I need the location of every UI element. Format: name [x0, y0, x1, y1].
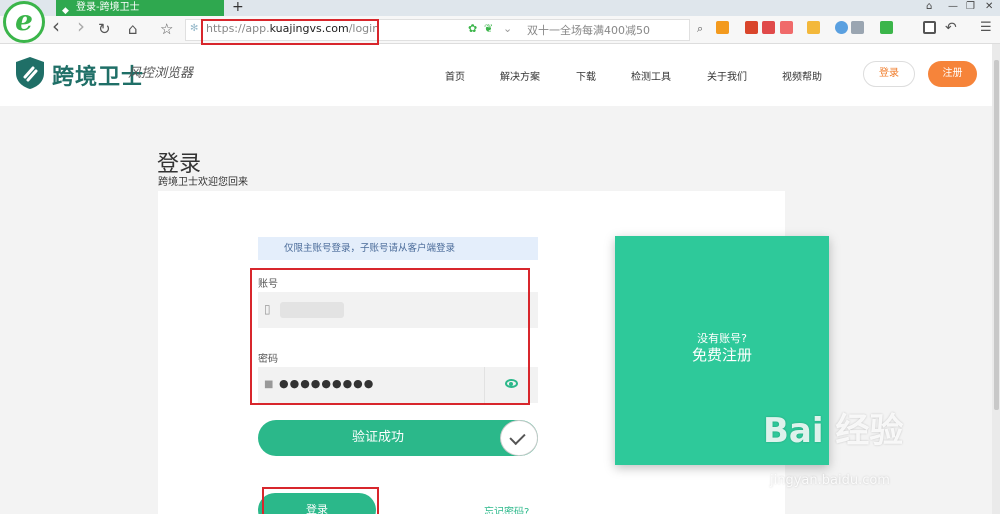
skin-icon[interactable]: ⌂ [926, 1, 932, 12]
dropdown-chevron-icon[interactable]: ⌄ [503, 22, 512, 35]
apps-icon[interactable] [716, 21, 729, 34]
tab-title: 登录-跨境卫士 [76, 2, 140, 13]
nav-solutions[interactable]: 解决方案 [500, 68, 540, 83]
site-header: 跨境卫士 风控浏览器 首页 解决方案 下载 检测工具 关于我们 视频帮助 登录 … [0, 44, 1000, 106]
page-subtitle: 跨境卫士欢迎您回来 [158, 177, 248, 188]
home-button[interactable]: ⌂ [128, 21, 138, 37]
camera-icon[interactable] [762, 21, 775, 34]
nav-video-help[interactable]: 视频帮助 [782, 68, 822, 83]
leaf-icon[interactable]: ❦ [484, 22, 493, 35]
favorite-button[interactable]: ☆ [160, 21, 173, 37]
maximize-button[interactable]: ❐ [966, 1, 975, 12]
header-login-button[interactable]: 登录 [863, 61, 915, 87]
nav-tools[interactable]: 检测工具 [631, 68, 671, 83]
promo-text[interactable]: 双十一全场每满400减50 [527, 22, 650, 38]
notice-banner: 仅限主账号登录，子账号请从客户端登录 [258, 237, 538, 260]
nav-download[interactable]: 下载 [576, 68, 596, 83]
baidu-watermark-url: jingyan.baidu.com [770, 473, 890, 488]
forward-button[interactable]: › [77, 16, 85, 36]
speed-mode-icon[interactable]: ✿ [468, 22, 477, 35]
browser-logo[interactable]: e [3, 1, 45, 43]
browser-logo-letter: e [15, 3, 33, 37]
back-button[interactable]: ‹ [52, 16, 60, 36]
checkmark-icon [500, 420, 538, 456]
menu-icon[interactable]: ☰ [980, 20, 992, 35]
minimize-button[interactable]: — [948, 1, 958, 12]
login-highlight [262, 487, 379, 514]
form-highlight [250, 268, 530, 405]
captcha-status: 验证成功 [351, 430, 404, 445]
scrollbar-thumb[interactable] [994, 60, 999, 410]
header-register-button[interactable]: 注册 [928, 61, 977, 87]
shield-logo-icon [16, 57, 44, 89]
undo-icon[interactable]: ↶ [945, 20, 957, 36]
zoom-icon[interactable] [835, 21, 848, 34]
search-icon[interactable]: ⌕ [697, 22, 703, 36]
new-tab-button[interactable]: + [232, 0, 244, 14]
reload-button[interactable]: ↻ [98, 21, 111, 37]
forgot-password-link[interactable]: 忘记密码? [484, 503, 529, 514]
reader-icon[interactable] [745, 21, 758, 34]
url-highlight [201, 19, 379, 45]
nav-home[interactable]: 首页 [445, 68, 465, 83]
logo-slogan: 风控浏览器 [128, 66, 194, 81]
nav-about[interactable]: 关于我们 [707, 68, 747, 83]
note-icon[interactable] [807, 21, 820, 34]
tablet-icon[interactable] [923, 21, 936, 34]
translate-icon[interactable] [780, 21, 793, 34]
captcha-slider[interactable]: 验证成功 [258, 420, 538, 456]
address-toolbar: ‹ › ↻ ⌂ ☆ [0, 16, 1000, 44]
security-icon: ✻ [190, 23, 199, 34]
close-button[interactable]: ✕ [985, 1, 993, 12]
register-cta: 免费注册 [691, 346, 752, 364]
image-icon[interactable] [851, 21, 864, 34]
shield-icon[interactable] [880, 21, 893, 34]
baidu-watermark: Bai 经验 [763, 411, 904, 451]
